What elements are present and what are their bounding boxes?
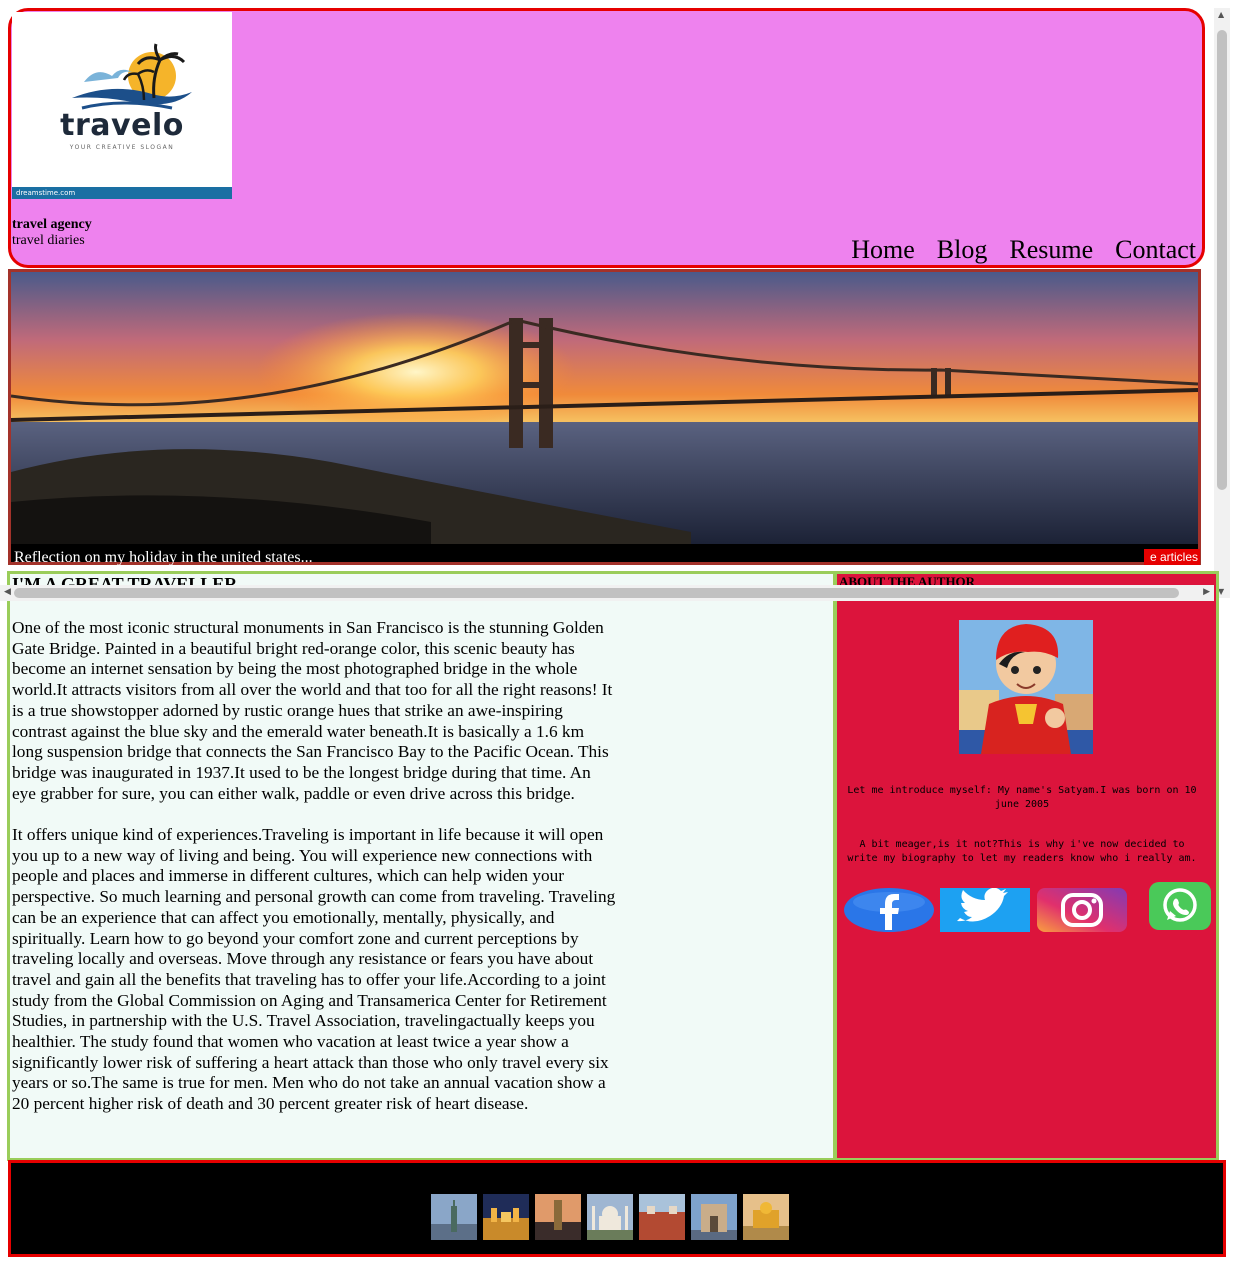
hero-caption: Reflection on my holiday in the united s… <box>14 549 313 566</box>
scroll-up-icon[interactable]: ▲ <box>1218 10 1224 19</box>
site-subtitle: travel diaries <box>12 233 85 248</box>
site-footer <box>8 1160 1226 1257</box>
vertical-scroll-thumb[interactable] <box>1217 30 1227 490</box>
twitter-icon[interactable] <box>940 888 1030 932</box>
logo-palm-icon <box>72 43 192 110</box>
author-bio-more: A bit meager,is it not?This is why i've … <box>847 839 1197 864</box>
author-avatar <box>959 620 1093 754</box>
main-article: I'M A GREAT TRAVELLER One of the most ic… <box>7 571 836 1161</box>
instagram-icon[interactable] <box>1037 888 1127 932</box>
articles-ticker[interactable]: e articles <box>1144 549 1200 565</box>
scroll-left-icon[interactable]: ◀ <box>4 587 11 597</box>
facebook-icon[interactable] <box>844 888 934 932</box>
logo[interactable]: travelo YOUR CREATIVE SLOGAN dreamstime.… <box>12 12 232 199</box>
logo-slogan: YOUR CREATIVE SLOGAN <box>69 144 175 151</box>
hero-banner: Reflection on my holiday in the united s… <box>8 269 1201 566</box>
whatsapp-icon[interactable] <box>1149 882 1211 930</box>
site-title: travel agency <box>12 217 92 232</box>
nav-resume-link[interactable]: Resume <box>1009 235 1093 265</box>
horizontal-scrollbar[interactable]: ◀ ▶ <box>0 585 1214 601</box>
vertical-scrollbar[interactable]: ▲ ▼ <box>1214 8 1230 598</box>
article-paragraph: It offers unique kind of experiences.Tra… <box>12 825 616 1114</box>
photo-gallery <box>431 1194 789 1240</box>
article-body: One of the most iconic structural monume… <box>12 618 616 1136</box>
author-sidebar: ABOUT THE AUTHOR Let me introduce myself… <box>834 571 1219 1161</box>
gallery-thumb-red-fort[interactable] <box>639 1194 685 1240</box>
gallery-thumb-gateway-of-india[interactable] <box>691 1194 737 1240</box>
nav-home-link[interactable]: Home <box>851 235 915 265</box>
logo-wordmark: travelo <box>60 108 184 143</box>
nav-blog-link[interactable]: Blog <box>937 235 988 265</box>
gallery-thumb-statue-dusk[interactable] <box>535 1194 581 1240</box>
article-paragraph: One of the most iconic structural monume… <box>12 618 613 803</box>
scroll-right-icon[interactable]: ▶ <box>1203 587 1210 597</box>
logo-watermark: dreamstime.com <box>12 187 232 199</box>
author-bio-intro: Let me introduce myself: My name's Satya… <box>847 785 1197 810</box>
main-nav: Home Blog Resume Contact <box>851 235 1196 265</box>
site-header: travelo YOUR CREATIVE SLOGAN dreamstime.… <box>8 8 1205 268</box>
horizontal-scroll-thumb[interactable] <box>14 588 1179 598</box>
nav-contact-link[interactable]: Contact <box>1115 235 1196 265</box>
gallery-thumb-taj-mahal[interactable] <box>587 1194 633 1240</box>
gallery-thumb-statue-of-liberty[interactable] <box>431 1194 477 1240</box>
gallery-thumb-palace-night[interactable] <box>483 1194 529 1240</box>
gallery-thumb-golden-temple[interactable] <box>743 1194 789 1240</box>
golden-gate-image <box>11 272 1198 544</box>
